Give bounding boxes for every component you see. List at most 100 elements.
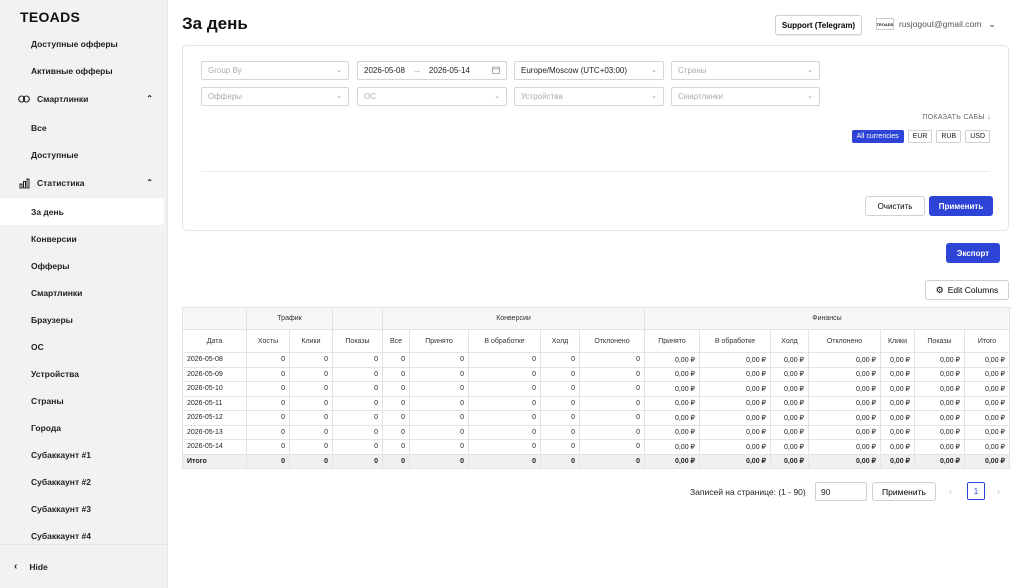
sidebar-item-offers[interactable]: Офферы [0, 252, 167, 279]
next-page-icon[interactable]: › [997, 486, 1000, 496]
chevron-down-icon: ⌄ [651, 93, 657, 100]
table-cell: 0 [409, 410, 469, 426]
column-header[interactable]: Показы [332, 329, 383, 353]
show-subs-toggle[interactable]: ПОКАЗАТЬ САБЫ ↓ [922, 114, 991, 121]
app-logo[interactable]: TEOADS [0, 0, 167, 30]
column-header[interactable]: Принято [409, 329, 469, 353]
sidebar-item-by-day[interactable]: За день [0, 198, 164, 225]
column-header[interactable]: Хосты [246, 329, 290, 353]
column-header[interactable]: Принято [644, 329, 700, 353]
table-cell: 0 [468, 424, 541, 440]
table-cell: 2026-05-11 [182, 395, 247, 411]
sidebar-group-smartlinks[interactable]: Смартлинки ⌃ [0, 84, 167, 114]
currency-rub[interactable]: RUB [936, 130, 962, 143]
sidebar-item-subaccount-2[interactable]: Субаккаунт #2 [0, 468, 167, 495]
sidebar-item-os[interactable]: ОС [0, 333, 167, 360]
column-header[interactable]: Клики [289, 329, 333, 353]
sidebar-item-subaccount-4[interactable]: Субаккаунт #4 [0, 522, 167, 545]
column-header[interactable]: В обработке [699, 329, 771, 353]
sidebar-item-smartlinks-all[interactable]: Все [0, 114, 167, 141]
table-cell: 0,00 ₽ [880, 410, 915, 426]
column-header[interactable]: Итого [964, 329, 1010, 353]
currency-all[interactable]: All currencies [851, 130, 904, 143]
sidebar-item-countries[interactable]: Страны [0, 387, 167, 414]
column-header[interactable]: Показы [914, 329, 965, 353]
table-cell: 0 [540, 395, 580, 411]
table-cell: 0 [382, 352, 410, 368]
table-total-cell: 0,00 ₽ [964, 453, 1010, 469]
table-cell: 0 [468, 366, 541, 382]
sidebar-nav[interactable]: Доступные офферы Активные офферы Смартли… [0, 30, 167, 545]
page-number-current[interactable]: 1 [967, 482, 985, 500]
date-range-picker[interactable]: 2026-05-08 → 2026-05-14 [357, 61, 507, 80]
table-cell: 0 [332, 439, 383, 455]
table-cell: 0,00 ₽ [880, 381, 915, 397]
column-header[interactable]: Дата [182, 329, 247, 353]
column-header[interactable]: Отклонено [808, 329, 881, 353]
arrow-down-icon: ↓ [987, 114, 991, 121]
table-cell: 0 [289, 352, 333, 368]
sidebar-item-subaccount-1[interactable]: Субаккаунт #1 [0, 441, 167, 468]
column-header[interactable]: Холд [540, 329, 580, 353]
support-telegram-button[interactable]: Support (Telegram) [775, 15, 862, 35]
chevron-down-icon: ⌄ [651, 67, 657, 74]
os-select[interactable]: ОС ⌄ [357, 87, 507, 106]
table-cell: 0,00 ₽ [770, 352, 809, 368]
sidebar-item-active-offers[interactable]: Активные офферы [0, 57, 167, 84]
column-header[interactable]: Клики [880, 329, 915, 353]
hide-sidebar-button[interactable]: ‹ Hide [0, 544, 167, 588]
table-cell: 0 [289, 439, 333, 455]
table-cell: 2026-05-08 [182, 352, 247, 368]
table-cell: 0 [332, 424, 383, 440]
devices-select[interactable]: Устройства ⌄ [514, 87, 664, 106]
countries-select[interactable]: Страны ⌄ [671, 61, 820, 80]
sidebar-item-smartlinks[interactable]: Смартлинки [0, 279, 167, 306]
sidebar-item-conversions[interactable]: Конверсии [0, 225, 167, 252]
prev-page-icon[interactable]: ‹ [949, 486, 952, 496]
table-cell: 2026-05-14 [182, 439, 247, 455]
sidebar-item-browsers[interactable]: Браузеры [0, 306, 167, 333]
table-cell: 0,00 ₽ [770, 381, 809, 397]
column-header[interactable]: В обработке [468, 329, 541, 353]
sidebar-item-subaccount-3[interactable]: Субаккаунт #3 [0, 495, 167, 522]
records-per-page-input[interactable] [815, 482, 867, 501]
sidebar-item-cities[interactable]: Города [0, 414, 167, 441]
sidebar-item-smartlinks-available[interactable]: Доступные [0, 141, 167, 168]
pagination-apply-button[interactable]: Применить [872, 482, 936, 501]
table-cell: 0 [468, 352, 541, 368]
sidebar-item-available-offers[interactable]: Доступные офферы [0, 30, 167, 57]
table-cell: 0,00 ₽ [808, 439, 881, 455]
sidebar-item-devices[interactable]: Устройства [0, 360, 167, 387]
currency-eur[interactable]: EUR [907, 130, 933, 143]
table-total-cell: 0,00 ₽ [914, 453, 965, 469]
column-header[interactable]: Холд [770, 329, 809, 353]
table-cell: 0 [332, 381, 383, 397]
table-cell: 0 [540, 439, 580, 455]
table-cell: 0,00 ₽ [644, 424, 700, 440]
hide-label: Hide [29, 561, 48, 572]
offers-select[interactable]: Офферы ⌄ [201, 87, 349, 106]
user-menu[interactable]: TEOADS rusjogout@gmail.com ⌄ [876, 18, 996, 30]
filter-panel: Group By ⌄ 2026-05-08 → 2026-05-14 Europ… [182, 45, 1009, 231]
table-cell: 0 [540, 352, 580, 368]
table-cell: 0,00 ₽ [964, 410, 1010, 426]
group-by-select[interactable]: Group By ⌄ [201, 61, 349, 80]
sidebar-group-statistics[interactable]: Статистика ⌃ [0, 168, 167, 198]
table-cell: 0 [332, 366, 383, 382]
column-header[interactable]: Отклонено [579, 329, 645, 353]
edit-columns-button[interactable]: ⚙ Edit Columns [925, 280, 1009, 300]
column-header[interactable]: Все [382, 329, 410, 353]
export-button[interactable]: Экспорт [946, 243, 1000, 263]
table-cell: 0 [289, 395, 333, 411]
table-cell: 0 [382, 395, 410, 411]
smartlinks-select[interactable]: Смартлинки ⌄ [671, 87, 820, 106]
apply-filters-button[interactable]: Применить [929, 196, 993, 216]
stats-table: Трафик Конверсии Финансы Дата Хосты Клики Пок… [182, 307, 1010, 469]
gear-icon: ⚙ [935, 284, 944, 295]
table-cell: 0 [409, 395, 469, 411]
currency-usd[interactable]: USD [965, 130, 990, 143]
column-group-header: Трафик [246, 307, 333, 330]
clear-filters-button[interactable]: Очистить [865, 196, 925, 216]
timezone-select[interactable]: Europe/Moscow (UTC+03:00) ⌄ [514, 61, 664, 80]
smartlinks-placeholder: Смартлинки [678, 92, 724, 101]
